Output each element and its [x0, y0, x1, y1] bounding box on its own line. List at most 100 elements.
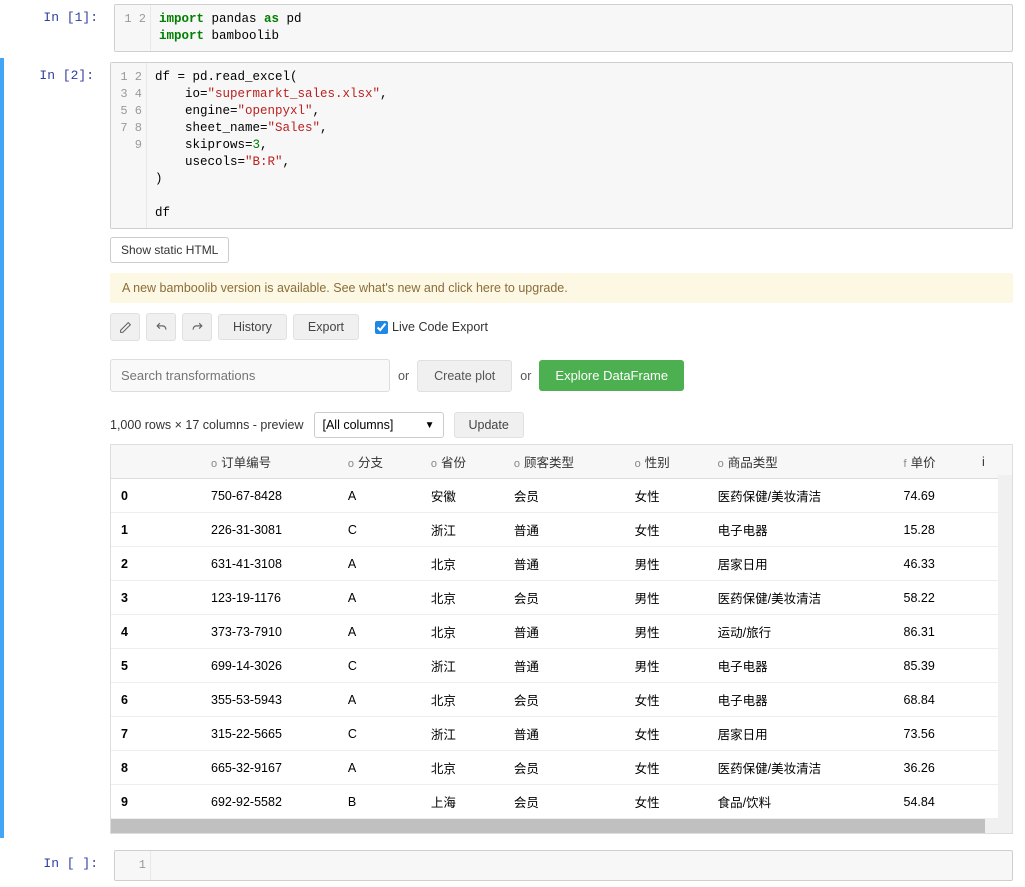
live-code-export-checkbox[interactable]: Live Code Export: [375, 320, 488, 334]
table-cell: 85.39: [894, 649, 972, 683]
table-cell: 普通: [504, 547, 625, 581]
table-cell: 电子电器: [708, 649, 894, 683]
table-cell: 699-14-3026: [201, 649, 338, 683]
undo-icon[interactable]: [146, 313, 176, 341]
row-index: 3: [111, 581, 201, 615]
update-button[interactable]: Update: [454, 412, 524, 438]
cell-prompt: In [ ]:: [8, 850, 108, 881]
dataframe-table-wrap: o订单编号 o分支 o省份 o顾客类型 o性别 o商品类型 f单价 i 0750…: [110, 444, 1013, 834]
export-button[interactable]: Export: [293, 314, 359, 340]
table-row[interactable]: 6355-53-5943A北京会员女性电子电器68.84: [111, 683, 1012, 717]
table-row[interactable]: 7315-22-5665C浙江普通女性居家日用73.56: [111, 717, 1012, 751]
table-row[interactable]: 3123-19-1176A北京会员男性医药保健/美妆清洁58.22: [111, 581, 1012, 615]
horizontal-scrollbar[interactable]: [111, 819, 1012, 833]
show-static-html-button[interactable]: Show static HTML: [110, 237, 229, 263]
table-row[interactable]: 8665-32-9167A北京会员女性医药保健/美妆清洁36.26: [111, 751, 1012, 785]
col-header: o顾客类型: [504, 445, 625, 479]
table-cell: 医药保健/美妆清洁: [708, 751, 894, 785]
table-cell: 男性: [625, 581, 708, 615]
table-cell: 373-73-7910: [201, 615, 338, 649]
table-row[interactable]: 4373-73-7910A北京普通男性运动/旅行86.31: [111, 615, 1012, 649]
col-header: o商品类型: [708, 445, 894, 479]
table-cell: 普通: [504, 717, 625, 751]
live-code-export-input[interactable]: [375, 321, 388, 334]
table-cell: 电子电器: [708, 683, 894, 717]
code-editor[interactable]: 1 2 3 4 5 6 7 8 9 df = pd.read_excel( io…: [110, 62, 1013, 229]
table-row[interactable]: 9692-92-5582B上海会员女性食品/饮料54.84: [111, 785, 1012, 819]
chevron-down-icon: ▼: [425, 420, 435, 431]
row-index: 1: [111, 513, 201, 547]
table-cell: 315-22-5665: [201, 717, 338, 751]
row-index: 6: [111, 683, 201, 717]
col-header-more[interactable]: i: [972, 445, 1012, 479]
code-editor[interactable]: 1: [114, 850, 1013, 881]
table-cell: 男性: [625, 547, 708, 581]
table-cell: 男性: [625, 649, 708, 683]
create-plot-button[interactable]: Create plot: [417, 360, 512, 392]
col-header: f单价: [894, 445, 972, 479]
table-cell: 15.28: [894, 513, 972, 547]
table-cell: 36.26: [894, 751, 972, 785]
code-body[interactable]: df = pd.read_excel( io="supermarkt_sales…: [147, 63, 1012, 228]
code-cell-2[interactable]: In [2]: 1 2 3 4 5 6 7 8 9 df = pd.read_e…: [0, 58, 1025, 838]
table-cell: 665-32-9167: [201, 751, 338, 785]
row-index: 7: [111, 717, 201, 751]
table-cell: 浙江: [421, 513, 504, 547]
table-cell: 68.84: [894, 683, 972, 717]
table-row[interactable]: 0750-67-8428A安徽会员女性医药保健/美妆清洁74.69: [111, 479, 1012, 513]
bamboolib-toolbar: History Export Live Code Export: [110, 313, 1013, 341]
table-cell: 上海: [421, 785, 504, 819]
col-header: o订单编号: [201, 445, 338, 479]
table-cell: 居家日用: [708, 717, 894, 751]
table-cell: 运动/旅行: [708, 615, 894, 649]
table-cell: C: [338, 649, 421, 683]
table-cell: A: [338, 547, 421, 581]
code-body[interactable]: [151, 851, 1012, 880]
table-cell: A: [338, 751, 421, 785]
table-cell: 北京: [421, 547, 504, 581]
table-cell: 浙江: [421, 649, 504, 683]
table-cell: 会员: [504, 581, 625, 615]
table-row[interactable]: 1226-31-3081C浙江普通女性电子电器15.28: [111, 513, 1012, 547]
upgrade-notice[interactable]: A new bamboolib version is available. Se…: [110, 273, 1013, 303]
vertical-scrollbar[interactable]: [998, 475, 1012, 819]
code-cell-1[interactable]: In [1]: 1 2 import pandas as pd import b…: [0, 0, 1025, 56]
row-index: 5: [111, 649, 201, 683]
line-gutter: 1 2: [115, 5, 151, 51]
table-cell: 浙江: [421, 717, 504, 751]
line-gutter: 1: [115, 851, 151, 880]
preview-controls: 1,000 rows × 17 columns - preview [All c…: [110, 412, 1013, 438]
search-input[interactable]: [110, 359, 390, 392]
notebook: In [1]: 1 2 import pandas as pd import b…: [0, 0, 1025, 885]
table-cell: 226-31-3081: [201, 513, 338, 547]
table-cell: 普通: [504, 649, 625, 683]
cell-prompt: In [2]:: [4, 62, 104, 834]
row-index: 2: [111, 547, 201, 581]
row-index: 8: [111, 751, 201, 785]
transform-search-row: or Create plot or Explore DataFrame: [110, 359, 1013, 392]
table-row[interactable]: 2631-41-3108A北京普通男性居家日用46.33: [111, 547, 1012, 581]
explore-dataframe-button[interactable]: Explore DataFrame: [539, 360, 684, 391]
table-cell: 女性: [625, 683, 708, 717]
table-cell: 医药保健/美妆清洁: [708, 479, 894, 513]
col-header: o省份: [421, 445, 504, 479]
pencil-icon[interactable]: [110, 313, 140, 341]
table-row[interactable]: 5699-14-3026C浙江普通男性电子电器85.39: [111, 649, 1012, 683]
cell-prompt: In [1]:: [8, 4, 108, 52]
history-button[interactable]: History: [218, 314, 287, 340]
code-cell-3[interactable]: In [ ]: 1: [0, 846, 1025, 885]
table-cell: 355-53-5943: [201, 683, 338, 717]
table-cell: A: [338, 479, 421, 513]
columns-select[interactable]: [All columns] ▼: [314, 412, 444, 438]
redo-icon[interactable]: [182, 313, 212, 341]
table-cell: 电子电器: [708, 513, 894, 547]
dataframe-table[interactable]: o订单编号 o分支 o省份 o顾客类型 o性别 o商品类型 f单价 i 0750…: [111, 445, 1012, 819]
line-gutter: 1 2 3 4 5 6 7 8 9: [111, 63, 147, 228]
code-editor[interactable]: 1 2 import pandas as pd import bamboolib: [114, 4, 1013, 52]
code-body[interactable]: import pandas as pd import bamboolib: [151, 5, 1012, 51]
cell-output: Show static HTML A new bamboolib version…: [110, 237, 1013, 834]
table-cell: 安徽: [421, 479, 504, 513]
or-label-2: or: [520, 369, 531, 383]
table-cell: B: [338, 785, 421, 819]
index-header[interactable]: [111, 445, 201, 479]
